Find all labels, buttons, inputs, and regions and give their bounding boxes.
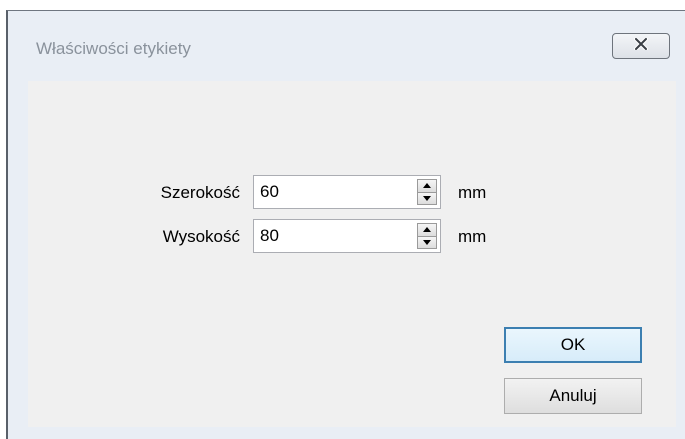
width-spin-arrows [417, 179, 437, 205]
close-x-icon [633, 37, 649, 55]
width-label: Szerokość [160, 183, 240, 202]
dialog-content: Szerokość 60 mm Wysokość 80 mm OK Anuluj [28, 81, 676, 427]
height-label: Wysokość [162, 227, 240, 246]
width-value[interactable]: 60 [260, 182, 279, 202]
title-bar[interactable]: Właściwości etykiety [8, 11, 685, 81]
ok-button[interactable]: OK [504, 327, 642, 363]
height-spinbox[interactable]: 80 [253, 219, 441, 253]
height-increment-button[interactable] [417, 223, 437, 237]
window-title: Właściwości etykiety [36, 39, 191, 58]
height-decrement-button[interactable] [417, 236, 437, 249]
width-decrement-button[interactable] [417, 192, 437, 205]
arrow-down-icon [423, 195, 431, 201]
height-spin-arrows [417, 223, 437, 249]
width-unit: mm [458, 183, 487, 202]
arrow-up-icon [423, 227, 431, 233]
height-row: Wysokość 80 mm [28, 219, 676, 253]
width-row: Szerokość 60 mm [28, 175, 676, 209]
cancel-button[interactable]: Anuluj [504, 378, 642, 414]
height-unit: mm [458, 227, 487, 246]
height-value[interactable]: 80 [260, 226, 279, 246]
width-increment-button[interactable] [417, 179, 437, 193]
dialog-window: Właściwości etykiety Szerokość 60 mm Wys… [6, 10, 685, 439]
arrow-up-icon [423, 183, 431, 189]
arrow-down-icon [423, 239, 431, 245]
width-spinbox[interactable]: 60 [253, 175, 441, 209]
close-button[interactable] [612, 33, 670, 59]
